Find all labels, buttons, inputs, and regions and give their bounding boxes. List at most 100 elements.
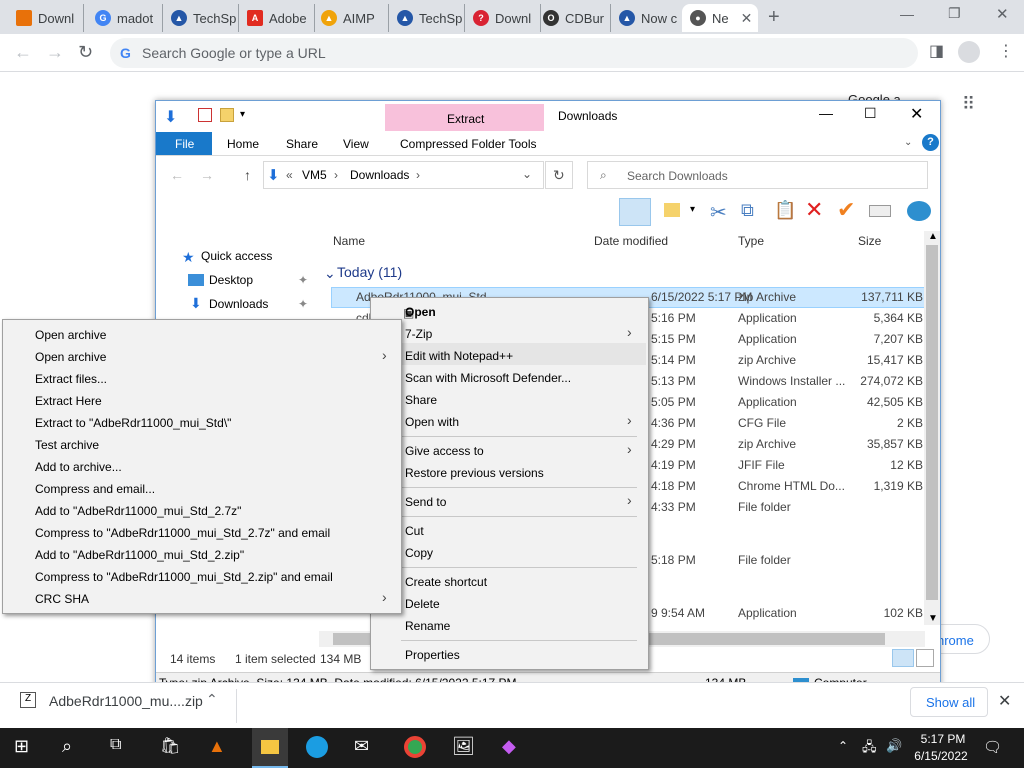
scroll-thumb[interactable] [926,245,938,600]
restore-button[interactable]: ❐ [948,5,961,22]
menu-item-send-to[interactable]: Send to [405,495,446,509]
refresh-button[interactable]: ↻ [545,161,573,189]
back-arrow-icon[interactable]: ← [170,167,184,183]
menu-item-edit-notepad[interactable]: Edit with Notepad++ [405,349,513,363]
nav-quick-access[interactable]: Quick access [201,249,272,263]
7zip-menu-item[interactable]: Open archive [35,328,106,342]
7zip-menu-item[interactable]: Add to "AdbeRdr11000_mui_Std_2.7z" [35,504,241,518]
apps-grid-icon[interactable]: ⠿ [962,94,975,115]
paste-icon[interactable]: 📋 [774,200,796,221]
download-filename[interactable]: AdbeRdr11000_mu....zip [49,693,203,709]
extract-tab-highlight[interactable]: Extract [385,104,544,131]
rename-icon[interactable] [869,205,891,217]
globe-icon[interactable] [907,201,931,221]
up-arrow-icon[interactable]: ↑ [244,167,251,183]
menu-item-scan-defender[interactable]: Scan with Microsoft Defender... [405,371,571,385]
menu-item-open[interactable]: Open [405,305,436,319]
check-icon[interactable]: ✔ [837,197,855,223]
breadcrumb-downloads[interactable]: Downloads [350,168,409,182]
menu-item-rename[interactable]: Rename [405,619,450,633]
omnibox[interactable]: G Search Google or type a URL [110,38,918,68]
reload-button[interactable]: ↻ [78,43,93,61]
7zip-menu-item[interactable]: Compress to "AdbeRdr11000_mui_Std_2.zip"… [35,570,333,584]
7zip-menu-item[interactable]: CRC SHA [35,592,89,606]
delete-icon[interactable]: ✕ [805,197,823,223]
ribbon-tab-view[interactable]: View [343,137,369,151]
nav-desktop[interactable]: Desktop [209,273,253,287]
menu-item-7zip[interactable]: 7-Zip [405,327,432,341]
copy-icon[interactable]: ⧉ [741,200,754,221]
photos-icon[interactable]: 🖼 [452,736,476,760]
close-tab-icon[interactable]: ✕ [741,10,753,27]
store-icon[interactable]: 🛍 [160,736,184,760]
ribbon-tab-home[interactable]: Home [227,137,259,151]
maximize-button[interactable]: ☐ [864,105,877,122]
clock-date[interactable]: 6/15/2022 [912,749,970,763]
file-explorer-taskbar-button[interactable] [252,728,288,768]
new-tab-button[interactable]: + [768,6,780,29]
7zip-menu-item[interactable]: Extract Here [35,394,102,408]
column-header-name[interactable]: Name [333,234,365,248]
column-header-date[interactable]: Date modified [594,234,668,248]
browser-tab[interactable]: ▲ Now c [611,4,681,32]
browser-tab[interactable]: ▲ TechSp [163,4,239,32]
7zip-menu-item[interactable]: Compress to "AdbeRdr11000_mui_Std_2.7z" … [35,526,330,540]
browser-tab-active[interactable]: ● Ne ✕ [682,4,758,32]
scroll-down-icon[interactable]: ▼ [928,613,938,624]
network-icon[interactable]: 🖧 [862,738,877,760]
back-button[interactable]: ← [14,43,32,61]
search-icon[interactable]: ⌕ [62,736,86,760]
close-button[interactable]: ✕ [910,104,923,124]
browser-tab[interactable]: Gmadot [87,4,163,32]
menu-item-delete[interactable]: Delete [405,597,440,611]
7zip-menu-item[interactable]: Open archive [35,350,106,364]
expand-ribbon-icon[interactable]: ⌄ [904,137,912,148]
new-folder-icon[interactable] [220,108,234,122]
7zip-menu-item[interactable]: Extract to "AdbeRdr11000_mui_Std\" [35,416,231,430]
7zip-menu-item[interactable]: Extract files... [35,372,107,386]
7zip-menu-item[interactable]: Add to archive... [35,460,122,474]
column-header-type[interactable]: Type [738,234,764,248]
menu-item-give-access[interactable]: Give access to [405,444,484,458]
browser-tab[interactable]: Downl [8,4,84,32]
file-tab[interactable]: File [156,132,212,155]
show-all-button[interactable]: Show all [910,687,988,717]
dropdown-icon[interactable]: ▾ [690,204,695,215]
nav-downloads[interactable]: Downloads [209,297,268,311]
search-box[interactable]: ⌕ Search Downloads [587,161,928,189]
breadcrumb-vm5[interactable]: VM5 [302,168,327,182]
menu-item-create-shortcut[interactable]: Create shortcut [405,575,487,589]
menu-item-properties[interactable]: Properties [405,648,460,662]
mail-icon[interactable]: ✉ [354,736,378,760]
7zip-menu-item[interactable]: Add to "AdbeRdr11000_mui_Std_2.zip" [35,548,244,562]
address-dropdown-icon[interactable]: ⌄ [522,167,532,181]
side-panel-icon[interactable]: ◨ [929,43,944,61]
vertical-scrollbar[interactable]: ▲ ▼ [924,231,940,625]
notifications-icon[interactable]: 🗨 [983,738,1002,756]
minimize-button[interactable]: — [900,6,914,22]
large-icons-view-button[interactable] [916,649,934,667]
chrome-icon[interactable] [404,736,426,758]
group-header[interactable]: Today (11) [337,264,402,280]
cut-icon[interactable]: ✂ [710,200,727,225]
forward-arrow-icon[interactable]: → [200,167,214,183]
vlc-icon[interactable]: ▲ [208,736,232,760]
windows-start-icon[interactable]: ⊞ [14,736,38,760]
address-bar[interactable]: ⬇ « VM5 › Downloads › ⌄ [263,161,544,189]
browser-tab[interactable]: ▲ TechSp [389,4,465,32]
help-icon[interactable]: ? [922,134,939,151]
properties-icon[interactable] [198,108,212,122]
group-collapse-icon[interactable]: ⌄ [324,265,336,282]
edge-icon[interactable] [306,736,328,758]
menu-item-cut[interactable]: Cut [405,524,424,538]
folder-options-icon[interactable] [664,203,680,217]
details-view-button[interactable] [892,649,914,667]
volume-icon[interactable]: 🔊 [886,738,902,754]
menu-item-share[interactable]: Share [405,393,437,407]
menu-kebab-icon[interactable]: ⋮ [998,43,1014,61]
clock-time[interactable]: 5:17 PM [916,732,970,746]
paint-icon[interactable]: ◆ [502,736,526,760]
preview-pane-button[interactable] [619,198,651,226]
column-header-size[interactable]: Size [858,234,881,248]
overflow-chevron-icon[interactable]: « [286,168,293,182]
